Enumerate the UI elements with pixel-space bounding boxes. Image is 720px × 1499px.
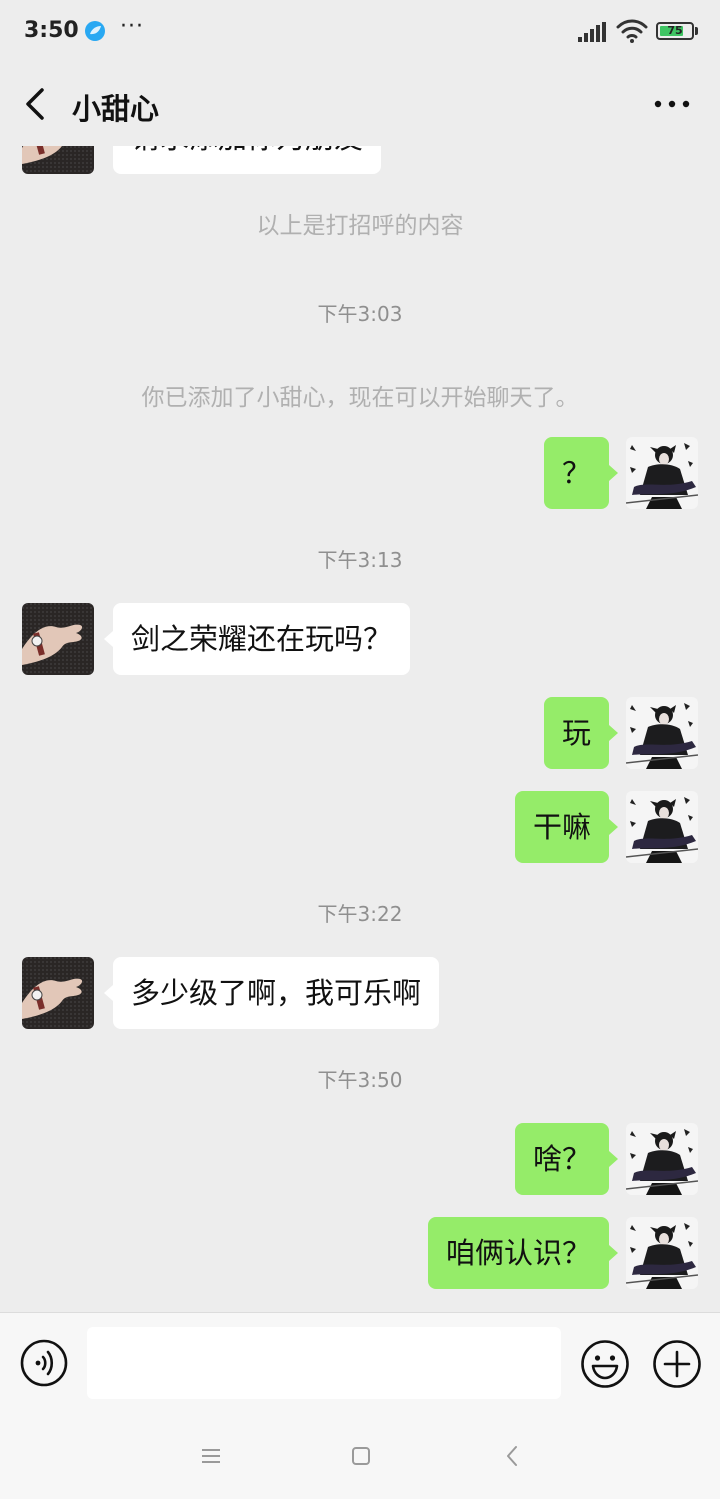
- greeting-note: 以上是打招呼的内容: [256, 213, 464, 239]
- battery-icon: 75: [656, 22, 694, 40]
- more-dots-icon[interactable]: [654, 94, 690, 114]
- timestamp: 下午3:22: [317, 902, 403, 926]
- home-icon[interactable]: [351, 1446, 371, 1466]
- chat-header: 小甜心: [0, 64, 720, 146]
- timestamp: 下午3:03: [317, 302, 403, 326]
- message-bubble-outgoing[interactable]: 玩: [543, 697, 619, 769]
- self-avatar[interactable]: [626, 1123, 698, 1195]
- message-bubble-incoming[interactable]: 请求添加你为朋友: [113, 146, 382, 174]
- timestamp: 下午3:13: [317, 548, 403, 572]
- wifi-icon: [616, 19, 648, 43]
- self-avatar[interactable]: [626, 697, 698, 769]
- voice-icon[interactable]: [20, 1339, 68, 1387]
- message-bubble-outgoing[interactable]: 咱俩认识？: [427, 1217, 619, 1289]
- message-bubble-incoming[interactable]: 剑之荣耀还在玩吗？: [103, 603, 411, 675]
- recent-apps-icon[interactable]: [200, 1446, 222, 1466]
- battery-level: 75: [667, 24, 683, 37]
- emoji-icon[interactable]: [580, 1339, 630, 1389]
- message-list[interactable]: 请求添加你为朋友 以上是打招呼的内容 下午3:03 你已添加了小甜心，现在可以开…: [0, 146, 720, 1312]
- app-notification-icon: [85, 21, 105, 41]
- contact-avatar[interactable]: [22, 603, 94, 675]
- timestamp: 下午3:50: [317, 1068, 403, 1092]
- nav-back-icon[interactable]: [503, 1444, 521, 1468]
- status-bar: 3:50 ··· 75: [0, 0, 720, 64]
- contact-avatar[interactable]: [22, 146, 94, 174]
- message-bubble-incoming[interactable]: 多少级了啊，我可乐啊: [103, 957, 440, 1029]
- battery-tip: [695, 27, 698, 35]
- message-bubble-outgoing[interactable]: 啥？: [514, 1123, 619, 1195]
- message-bubble-outgoing[interactable]: 干嘛: [514, 791, 619, 863]
- signal-icon: [578, 22, 606, 42]
- system-nav-bar: [0, 1412, 720, 1499]
- status-time: 3:50: [24, 18, 79, 43]
- self-avatar[interactable]: [626, 1217, 698, 1289]
- contact-avatar[interactable]: [22, 957, 94, 1029]
- plus-icon[interactable]: [652, 1339, 702, 1389]
- back-arrow-icon[interactable]: [20, 86, 52, 122]
- friend-added-note: 你已添加了小甜心，现在可以开始聊天了。: [141, 385, 579, 411]
- message-bubble-outgoing[interactable]: ？: [543, 437, 619, 509]
- message-input[interactable]: [87, 1327, 561, 1399]
- input-bar: [0, 1312, 720, 1413]
- self-avatar[interactable]: [626, 791, 698, 863]
- status-more: ···: [120, 14, 144, 39]
- self-avatar[interactable]: [626, 437, 698, 509]
- chat-title: 小甜心: [72, 92, 160, 126]
